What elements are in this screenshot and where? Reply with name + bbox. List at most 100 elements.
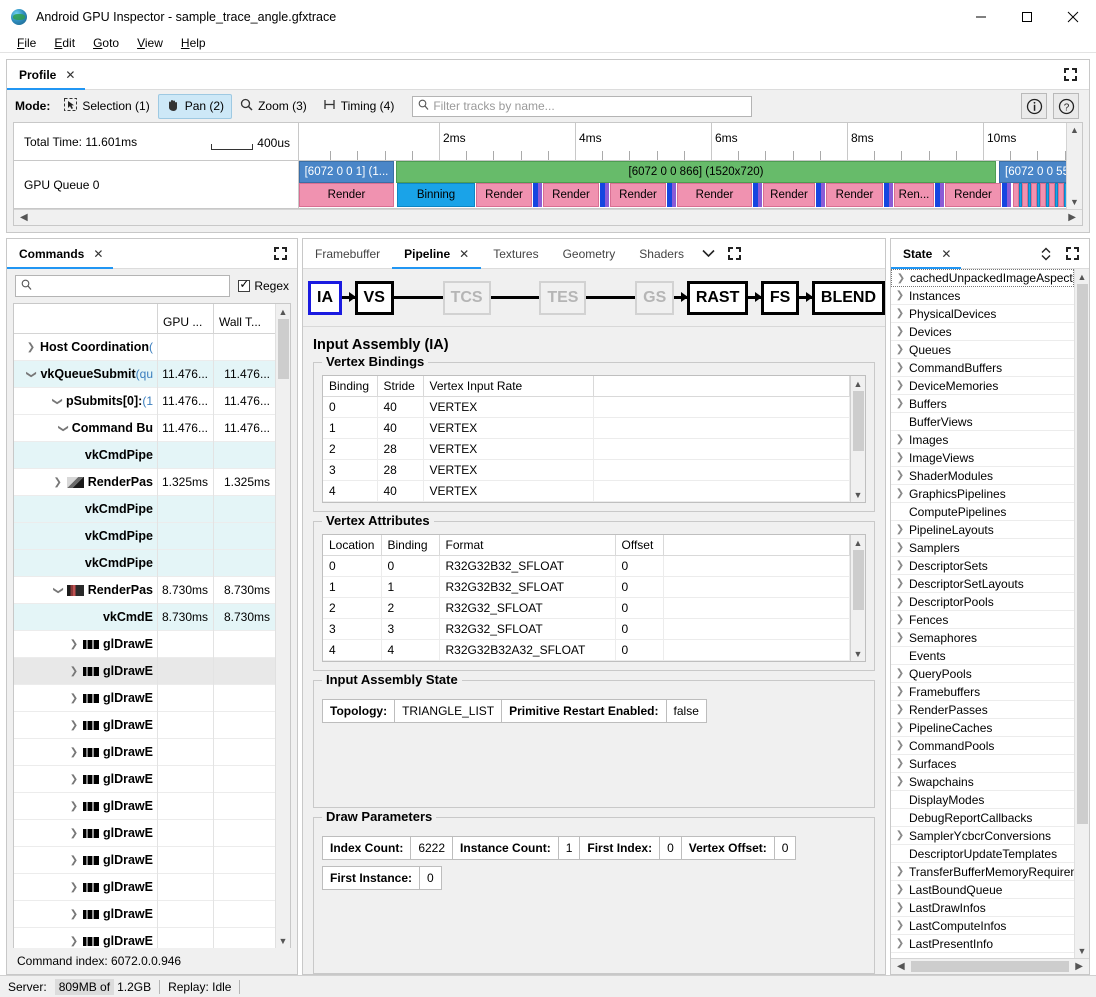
tab-shaders[interactable]: Shaders [627,239,696,268]
state-list-item[interactable]: ❯Semaphores [891,629,1074,647]
state-list-item[interactable]: ❯PipelineLayouts [891,521,1074,539]
timeline-pass-bar[interactable] [1007,183,1011,207]
state-list-item[interactable]: ❯Instances [891,287,1074,305]
table-row[interactable]: ❯glDrawE [14,901,275,928]
chevron-right-icon[interactable]: ❯ [895,866,905,877]
scroll-left-icon[interactable]: ◀ [16,212,32,223]
column-header[interactable]: Vertex Input Rate [423,376,593,397]
table-row[interactable]: 440VERTEX [323,481,850,502]
table-row[interactable]: vkCmdPipe [14,523,275,550]
table-row[interactable]: ❯glDrawE [14,793,275,820]
table-row[interactable]: 22R32G32_SFLOAT0 [323,598,850,619]
chevron-right-icon[interactable]: ❯ [895,740,905,751]
vertex-bindings-table[interactable]: BindingStrideVertex Input Rate040VERTEX1… [322,375,866,503]
column-header[interactable]: Format [439,535,615,556]
scrollbar-thumb[interactable] [853,391,864,451]
chevron-right-icon[interactable]: ❯ [895,434,905,445]
chevron-right-icon[interactable]: ❯ [895,326,905,337]
table-row[interactable]: 44R32G32B32A32_SFLOAT0 [323,640,850,661]
table-row[interactable]: vkCmdPipe [14,550,275,577]
info-icon[interactable] [1021,93,1047,119]
chevron-right-icon[interactable]: ❯ [895,902,905,913]
close-icon[interactable]: ✕ [459,247,469,261]
state-list-item[interactable]: ❯LastBoundQueue [891,881,1074,899]
chevron-right-icon[interactable]: ❯ [895,398,905,409]
command-name-cell[interactable]: vkCmdE [14,610,157,624]
command-name-cell[interactable]: ❯glDrawE [14,691,157,705]
scroll-down-icon[interactable]: ▼ [1078,943,1087,958]
state-list-item[interactable]: ❯TransferBufferMemoryRequirem [891,863,1074,881]
command-name-cell[interactable]: vkCmdPipe [14,556,157,570]
pipeline-stage-fs[interactable]: FS [761,281,799,315]
command-name-cell[interactable]: ❯pSubmits[0]:(1 [14,394,157,408]
tab-profile[interactable]: Profile ✕ [7,60,85,89]
timeline-vertical-scrollbar[interactable]: ▲ ▼ [1066,123,1082,209]
table-row[interactable]: ❯glDrawE [14,658,275,685]
timeline-pass-bar[interactable] [889,183,893,207]
chevron-right-icon[interactable]: ❯ [69,666,79,677]
state-list-item[interactable]: DescriptorUpdateTemplates [891,845,1074,863]
table-row[interactable]: ❯vkQueueSubmit(qu11.476...11.476... [14,361,275,388]
scroll-left-icon[interactable]: ◀ [893,961,909,972]
chevron-right-icon[interactable]: ❯ [69,828,79,839]
table-row[interactable]: ❯glDrawE [14,685,275,712]
timeline-horizontal-scrollbar[interactable]: ◀ ▶ [14,209,1082,225]
close-icon[interactable] [1050,0,1096,33]
command-name-cell[interactable]: ❯Host Coordination( [14,340,157,354]
state-list-item[interactable]: ❯SamplerYcbcrConversions [891,827,1074,845]
command-name-cell[interactable]: vkCmdPipe [14,529,157,543]
tab-pipeline[interactable]: Pipeline✕ [392,239,481,268]
chevron-right-icon[interactable]: ❯ [69,801,79,812]
state-tree[interactable]: ❯cachedUnpackedImageAspect❯Instances❯Phy… [891,269,1089,958]
state-list-item[interactable]: ComputePipelines [891,503,1074,521]
table-row[interactable]: 228VERTEX [323,439,850,460]
pipeline-stage-ia[interactable]: IA [308,281,342,315]
state-list-item[interactable]: ❯Surfaces [891,755,1074,773]
chevron-right-icon[interactable]: ❯ [69,909,79,920]
chevron-right-icon[interactable]: ❯ [895,362,905,373]
command-name-cell[interactable]: vkCmdPipe [14,448,157,462]
state-list-item[interactable]: ❯DeviceMemories [891,377,1074,395]
command-name-cell[interactable]: ❯RenderPas [14,583,157,597]
chevron-right-icon[interactable]: ❯ [69,639,79,650]
timeline-pass-bar[interactable]: Binning [397,183,475,207]
command-name-cell[interactable]: ❯vkQueueSubmit(qu [14,367,157,381]
minimize-icon[interactable] [958,0,1004,33]
state-list-item[interactable]: ❯Devices [891,323,1074,341]
state-list-item[interactable]: ❯Buffers [891,395,1074,413]
scroll-right-icon[interactable]: ▶ [1071,961,1087,972]
scrollbar-thumb[interactable] [1077,284,1088,824]
scroll-up-icon[interactable]: ▲ [854,535,863,550]
chevron-right-icon[interactable]: ❯ [895,776,905,787]
pipeline-stage-gs[interactable]: GS [635,281,674,315]
command-name-cell[interactable]: ❯glDrawE [14,853,157,867]
column-header[interactable]: Stride [377,376,423,397]
chevron-right-icon[interactable]: ❯ [69,720,79,731]
state-list-item[interactable]: ❯LastPresentInfo [891,935,1074,953]
timeline-pass-bar[interactable]: Ren... [894,183,934,207]
scroll-down-icon[interactable]: ▼ [854,646,863,661]
menu-help[interactable]: Help [172,34,215,52]
column-header[interactable]: Binding [381,535,439,556]
chevron-right-icon[interactable]: ❯ [895,344,905,355]
mode-selection-button[interactable]: Selection (1) [56,94,157,118]
timeline-pass-bar[interactable]: Render [945,183,1001,207]
state-list-item[interactable]: ❯Images [891,431,1074,449]
scroll-up-icon[interactable]: ▲ [1078,269,1087,284]
table-row[interactable]: ❯Host Coordination( [14,334,275,361]
table-row[interactable]: ❯glDrawE [14,766,275,793]
command-name-cell[interactable]: ❯glDrawE [14,799,157,813]
timeline-pass-bar[interactable]: Render [826,183,883,207]
state-list-item[interactable]: ❯DescriptorPools [891,593,1074,611]
timeline-pass-bar[interactable] [672,183,676,207]
command-name-cell[interactable]: ❯glDrawE [14,637,157,651]
chevron-right-icon[interactable]: ❯ [895,578,905,589]
column-header[interactable]: Offset [615,535,663,556]
state-list-item[interactable]: ❯ImageViews [891,449,1074,467]
expand-collapse-icon[interactable] [1033,239,1059,268]
table-row[interactable]: ❯glDrawE [14,739,275,766]
state-list-item[interactable]: ❯CommandBuffers [891,359,1074,377]
state-list-item[interactable]: DisplayModes [891,791,1074,809]
state-list-item[interactable]: ❯cachedUnpackedImageAspect [891,269,1074,287]
scroll-up-icon[interactable]: ▲ [279,304,288,319]
